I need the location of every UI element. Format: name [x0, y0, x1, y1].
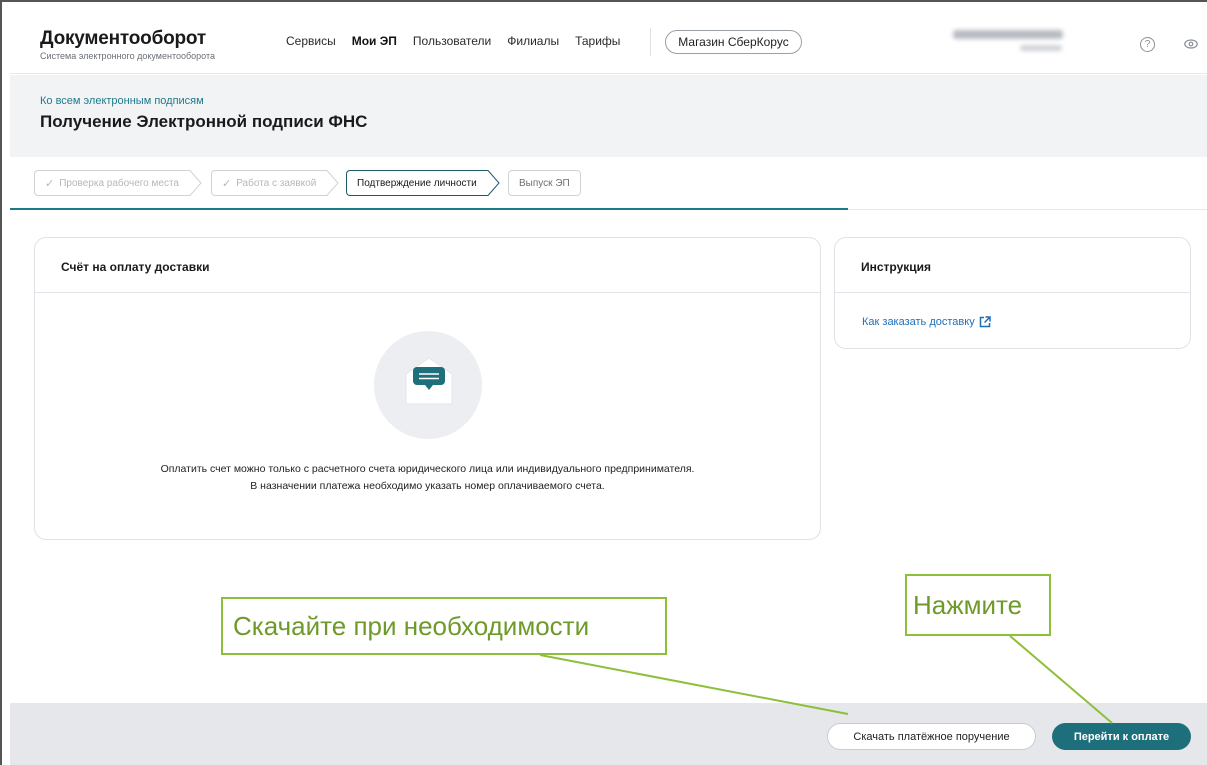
shop-button[interactable]: Магазин СберКорус — [665, 30, 802, 54]
instruction-card-title: Инструкция — [835, 238, 1190, 293]
step-label: Проверка рабочего места — [59, 177, 179, 189]
step-label: Подтверждение личности — [357, 177, 477, 189]
step-arrow-icon — [188, 170, 202, 196]
top-header: Документооборот Система электронного док… — [10, 2, 1207, 74]
step-arrow-icon — [326, 170, 339, 196]
footer-actions: Скачать платёжное поручение Перейти к оп… — [10, 703, 1207, 765]
user-name-blurred[interactable] — [953, 30, 1063, 39]
nav-divider — [650, 28, 651, 56]
external-link-icon[interactable] — [979, 316, 991, 328]
delivery-instruction-link[interactable]: Как заказать доставку — [862, 316, 991, 328]
nav-item-branches[interactable]: Филиалы — [507, 34, 559, 48]
invoice-info-line-1: Оплатить счет можно только с расчетного … — [160, 463, 695, 475]
step-issue-signature: Выпуск ЭП — [508, 170, 581, 196]
nav-item-services[interactable]: Сервисы — [286, 34, 336, 48]
download-payment-order-button[interactable]: Скачать платёжное поручение — [827, 723, 1036, 750]
envelope-icon — [405, 357, 453, 405]
delivery-instruction-link-label[interactable]: Как заказать доставку — [862, 316, 975, 328]
pay-hint-callout: Нажмите — [905, 574, 1051, 636]
step-label: Работа с заявкой — [236, 177, 317, 189]
page-title: Получение Электронной подписи ФНС — [40, 112, 368, 131]
check-icon: ✓ — [222, 177, 232, 190]
stepper-progress-bar — [10, 208, 848, 210]
step-workplace-check: ✓ Проверка рабочего места — [34, 170, 202, 196]
check-icon: ✓ — [45, 177, 55, 190]
instruction-card: Инструкция Как заказать доставку — [834, 237, 1191, 349]
nav-item-tariffs[interactable]: Тарифы — [575, 34, 620, 48]
step-application: ✓ Работа с заявкой — [211, 170, 339, 196]
nav-item-users[interactable]: Пользователи — [413, 34, 491, 48]
step-arrow-icon — [486, 170, 500, 196]
nav-item-my-signatures[interactable]: Мои ЭП — [352, 34, 397, 48]
invoice-card-title: Счёт на оплату доставки — [35, 238, 820, 293]
app-logo-subtitle: Система электронного документооборота — [40, 51, 215, 61]
download-hint-callout: Скачайте при необходимости — [221, 597, 667, 655]
invoice-info-text: Оплатить счет можно только с расчетного … — [35, 461, 820, 495]
step-identity-confirmation: Подтверждение личности — [346, 170, 500, 196]
invoice-info-line-2: В назначении платежа необходимо указать … — [250, 480, 605, 492]
step-label: Выпуск ЭП — [519, 177, 570, 189]
user-org-blurred — [1020, 45, 1062, 51]
eye-icon[interactable] — [1184, 39, 1198, 49]
help-icon[interactable]: ? — [1140, 37, 1155, 52]
stepper: ✓ Проверка рабочего места ✓ Работа с заявк… — [10, 158, 1207, 210]
invoice-card: Счёт на оплату доставки Оплатить счет мо… — [34, 237, 821, 540]
page-header: Ко всем электронным подписям Получение Э… — [10, 75, 1207, 157]
main-nav: Сервисы Мои ЭП Пользователи Филиалы Тари… — [286, 34, 620, 48]
go-to-payment-button[interactable]: Перейти к оплате — [1052, 723, 1191, 750]
back-to-signatures-link[interactable]: Ко всем электронным подписям — [40, 95, 204, 107]
app-logo-title[interactable]: Документооборот — [40, 28, 206, 50]
